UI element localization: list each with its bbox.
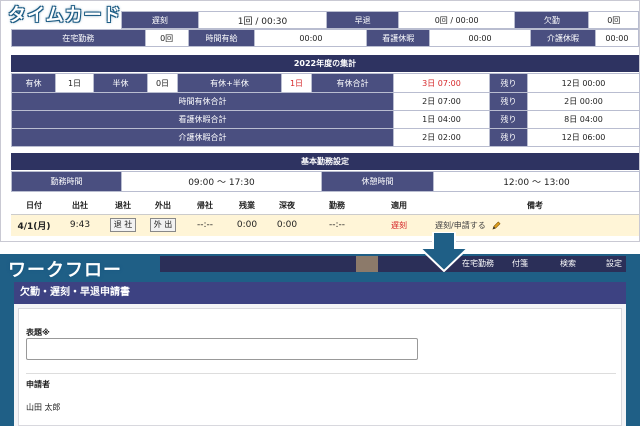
daily-header-return: 帰社 [183,198,227,215]
daily-header-out: 退社 [103,198,143,215]
clock-out-button[interactable]: 退 社 [109,218,137,233]
arrow-down-icon [417,231,471,273]
annual-label-care-remaining: 残り [489,128,528,147]
daily-return: --:-- [183,214,227,236]
daily-late-night: 0:00 [267,214,307,236]
annual-detail-table: 時間有休合計 2日 07:00 残り 2日 00:00 看護休暇合計 1日 04… [11,92,640,147]
basic-settings-title: 基本勤務設定 [11,153,639,170]
workflow-form-title: 欠勤・遅刻・早退申請書 [14,282,626,304]
annual-label-hourly-total: 時間有休合計 [11,92,394,111]
summary-table-2: 在宅勤務 0回 時間有給 00:00 看護休暇 00:00 介護休暇 00:00 [11,29,640,47]
daily-header-late-night: 深夜 [267,198,307,215]
daily-header-in: 出社 [57,198,103,215]
avatar [356,256,378,272]
annual-value-paid: 1日 [55,73,94,93]
nav-sticky-notes[interactable]: 付箋 [512,256,528,272]
summary-value-care: 00:00 [594,29,640,47]
timecard-screenshot: 遅刻 1回 / 00:30 早退 0回 / 00:00 欠勤 0回 在宅勤務 0… [0,0,640,242]
work-hours-label: 勤務時間 [11,171,122,192]
timecard-badge: タイムカード [8,1,122,27]
go-out-button[interactable]: 外 出 [149,218,177,233]
daily-table: 日付 出社 退社 外出 帰社 残業 深夜 勤務 適用 備考 4/1(月) 9:4… [11,198,639,236]
required-mark: ※ [42,328,50,337]
form-divider [26,373,616,374]
annual-label-hourly-remaining: 残り [489,92,528,111]
daily-date: 4/1(月) [11,214,57,236]
annual-value-care-total: 2日 02:00 [393,128,490,147]
applicant-label: 申請者 [26,380,50,389]
annual-value-care-remaining: 12日 06:00 [527,128,640,147]
summary-value-late: 1回 / 00:30 [197,11,328,29]
work-hours-value: 09:00 〜 17:30 [121,171,322,192]
subject-label: 表題 [26,328,42,337]
break-hours-label: 休憩時間 [321,171,434,192]
annual-table: 有休 1日 半休 0日 有休+半休 1日 有休合計 3日 07:00 残り 12… [11,73,640,93]
timecard-badge-label: タイムカード [8,5,122,26]
workflow-form [18,308,622,426]
summary-value-early-leave: 0回 / 00:00 [398,11,516,29]
annual-value-paid-total: 3日 07:00 [393,73,490,93]
subject-label-wrap: 表題※ [26,320,50,339]
workflow-header-bar [160,256,626,272]
summary-label-care: 介護休暇 [530,29,596,47]
annual-value-half: 0日 [147,73,178,93]
daily-header-applied: 適用 [367,198,431,215]
summary-label-late: 遅刻 [121,11,199,29]
daily-header-goout: 外出 [143,198,183,215]
annual-label-paid: 有休 [11,73,56,93]
annual-label-paid-plus-half: 有休+半休 [177,73,282,93]
annual-label-care-total: 介護休暇合計 [11,128,394,147]
summary-label-early-leave: 早退 [326,11,400,29]
summary-value-nursing: 00:00 [428,29,532,47]
applicant-value: 山田 太郎 [26,403,61,412]
annual-value-nursing-total: 1日 04:00 [393,110,490,129]
workflow-badge: ワークフロー [8,256,122,282]
annual-value-hourly-remaining: 2日 00:00 [527,92,640,111]
nav-settings[interactable]: 設定 [606,256,622,272]
summary-value-absence: 0回 [588,11,639,29]
apply-late-link[interactable]: 遅刻/申請する [435,221,486,230]
daily-work: --:-- [307,214,367,236]
daily-overtime: 0:00 [227,214,267,236]
annual-label-nursing-total: 看護休暇合計 [11,110,394,129]
summary-value-hourly-paid: 00:00 [254,29,368,47]
summary-value-remote: 0回 [144,29,189,47]
summary-label-remote: 在宅勤務 [11,29,146,47]
summary-table: 遅刻 1回 / 00:30 早退 0回 / 00:00 欠勤 0回 [121,11,639,29]
break-hours-value: 12:00 〜 13:00 [433,171,640,192]
annual-label-paid-total: 有休合計 [311,73,394,93]
daily-in: 9:43 [57,214,103,236]
annual-value-hourly-total: 2日 07:00 [393,92,490,111]
subject-input[interactable] [26,338,418,360]
annual-value-remaining: 12日 00:00 [527,73,640,93]
summary-label-absence: 欠勤 [514,11,590,29]
annual-label-nursing-remaining: 残り [489,110,528,129]
annual-label-remaining: 残り [489,73,528,93]
daily-row: 4/1(月) 9:43 退 社 外 出 --:-- 0:00 0:00 --:-… [11,214,639,236]
pencil-icon[interactable] [492,221,501,230]
daily-header-date: 日付 [11,198,57,215]
summary-label-hourly-paid: 時間有給 [187,29,256,47]
annual-title: 2022年度の集計 [11,55,639,72]
annual-label-half: 半休 [93,73,148,93]
summary-label-nursing: 看護休暇 [366,29,430,47]
nav-search[interactable]: 検索 [560,256,576,272]
annual-value-nursing-remaining: 8日 04:00 [527,110,640,129]
workflow-badge-label: ワークフロー [8,260,122,281]
daily-header-work: 勤務 [307,198,367,215]
annual-value-paid-plus-half: 1日 [281,73,312,93]
daily-header-overtime: 残業 [227,198,267,215]
daily-header-note: 備考 [431,198,639,215]
basic-settings-table: 勤務時間 09:00 〜 17:30 休憩時間 12:00 〜 13:00 [11,171,640,192]
